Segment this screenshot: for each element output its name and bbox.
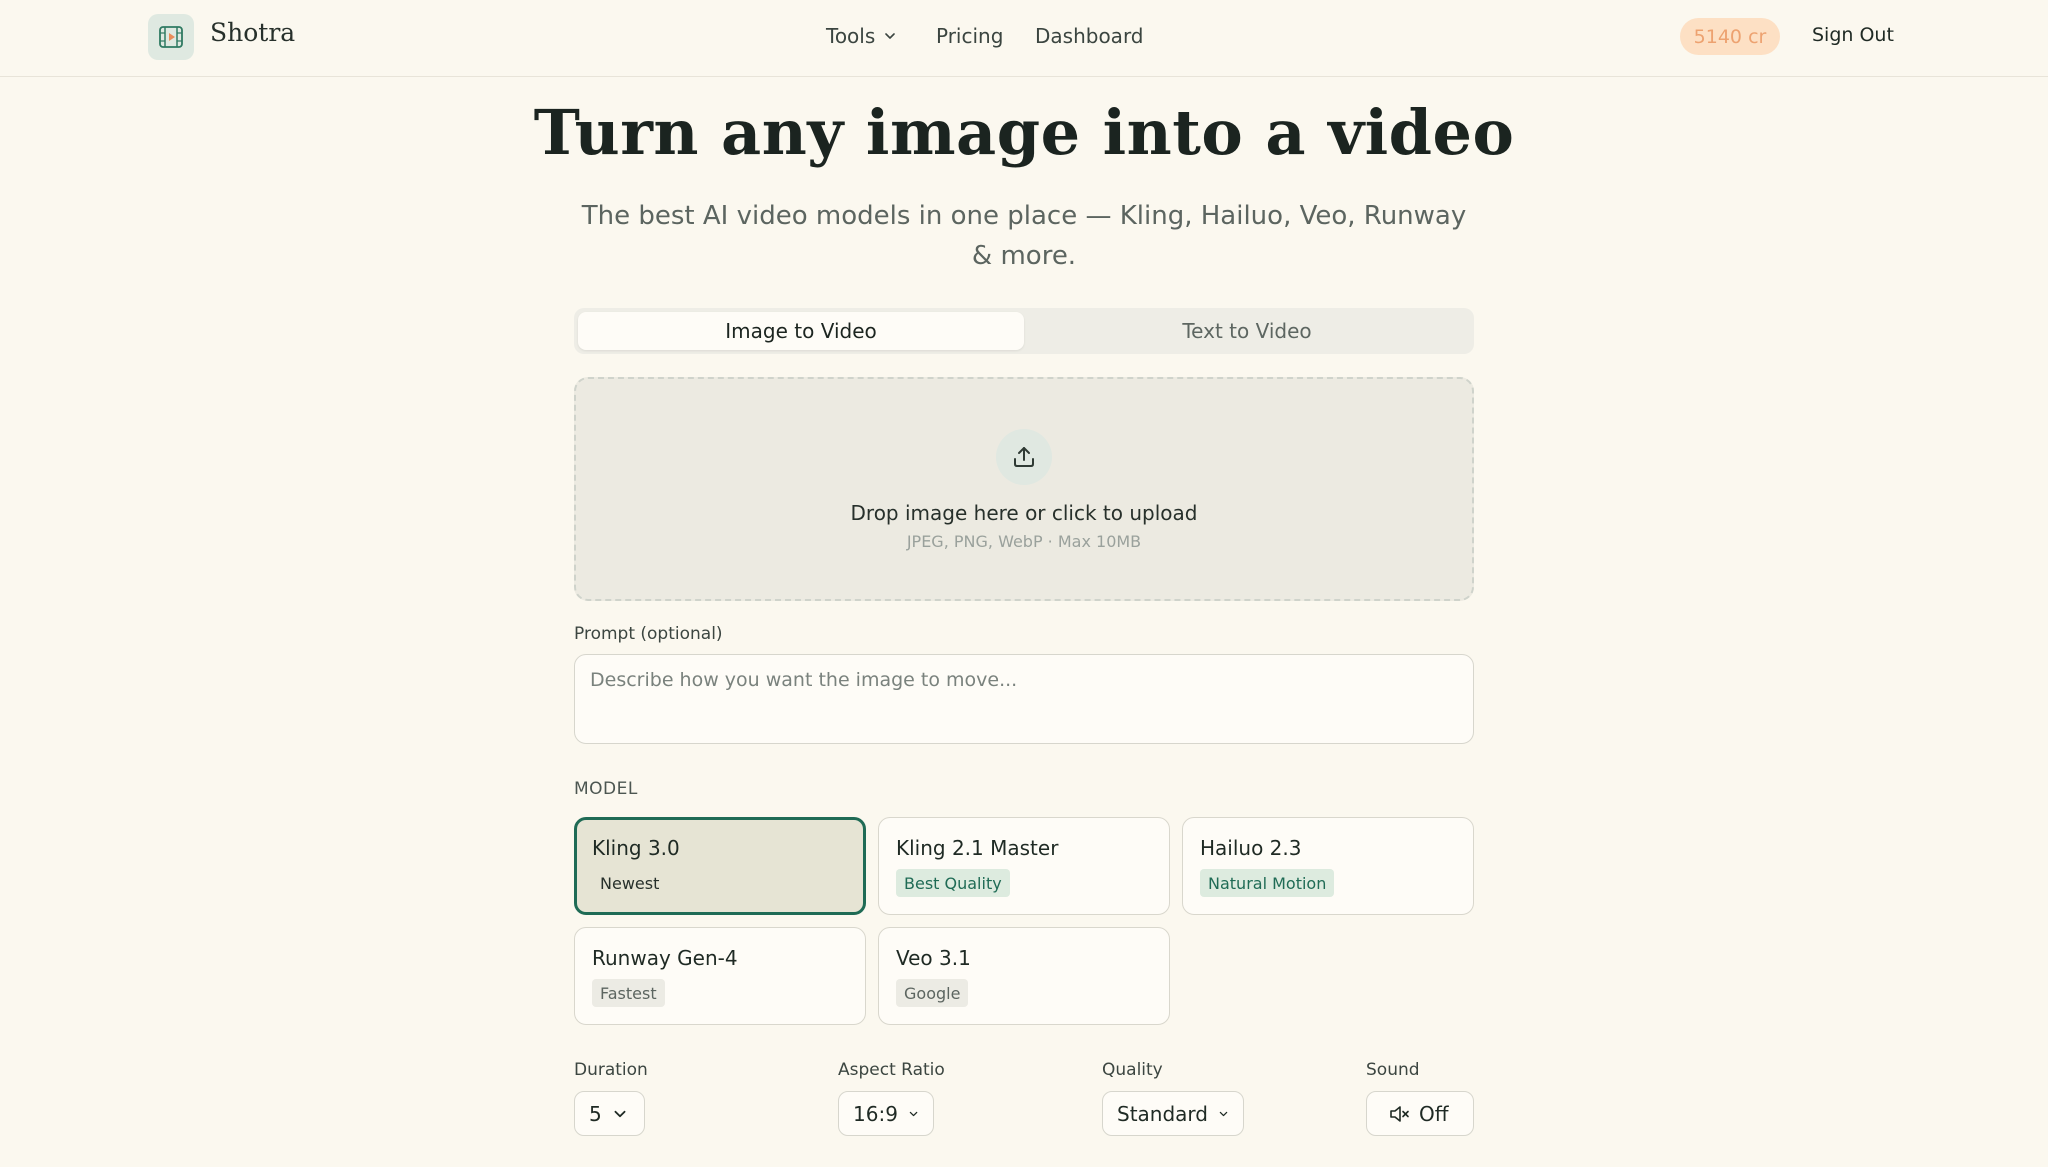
model-card-hailuo-2-3[interactable]: Hailuo 2.3 Natural Motion [1182,817,1474,915]
model-name: Hailuo 2.3 [1200,836,1302,860]
image-upload-dropzone[interactable]: Drop image here or click to upload JPEG,… [574,377,1474,601]
chevron-down-icon [909,1111,918,1116]
quality-label: Quality [1102,1060,1163,1080]
sound-label: Sound [1366,1060,1420,1080]
top-nav-bar: Shotra Tools Pricing Dashboard 5140 cr S… [0,0,2048,77]
model-name: Veo 3.1 [896,946,971,970]
duration-value: 5 [589,1101,602,1126]
model-card-runway-gen-4[interactable]: Runway Gen-4 Fastest [574,927,866,1025]
tab-image-to-video[interactable]: Image to Video [578,312,1024,350]
model-name: Runway Gen-4 [592,946,738,970]
aspect-ratio-label: Aspect Ratio [838,1060,945,1080]
nav-pricing-label: Pricing [936,24,1004,48]
mode-tabs: Image to Video Text to Video [574,308,1474,354]
quality-select[interactable]: Standard [1102,1091,1244,1136]
brand-name[interactable]: Shotra [210,18,295,47]
model-badge: Google [896,979,969,1007]
model-name: Kling 2.1 Master [896,836,1059,860]
page-subtitle: The best AI video models in one place — … [581,201,1467,271]
upload-title: Drop image here or click to upload [850,501,1198,525]
aspect-ratio-value: 16:9 [853,1101,898,1126]
nav-dashboard-label: Dashboard [1035,24,1144,48]
model-badge: Fastest [592,979,665,1007]
chevron-down-icon [1219,1111,1228,1116]
upload-hint: JPEG, PNG, WebP · Max 10MB [906,532,1142,551]
model-card-kling-2-1-master[interactable]: Kling 2.1 Master Best Quality [878,817,1170,915]
logo-icon[interactable] [148,14,194,60]
nav-tools-label: Tools [826,24,876,48]
chevron-down-icon [885,33,896,39]
duration-label: Duration [574,1060,648,1080]
nav-tools[interactable]: Tools [826,24,897,48]
prompt-input[interactable] [574,654,1474,744]
page-title: Turn any image into a video [533,96,1515,169]
tab-text-to-video[interactable]: Text to Video [1024,312,1470,350]
nav-pricing[interactable]: Pricing [936,24,1003,48]
volume-mute-icon [1390,1105,1409,1122]
credits-badge[interactable]: 5140 cr [1680,18,1780,55]
duration-select[interactable]: 5 [574,1091,645,1136]
prompt-label: Prompt (optional) [574,624,723,644]
model-card-kling-3-0[interactable]: Kling 3.0 Newest [574,817,866,915]
aspect-ratio-select[interactable]: 16:9 [838,1091,934,1136]
nav-dashboard[interactable]: Dashboard [1035,24,1144,48]
chevron-down-icon [614,1110,626,1117]
model-section-label: MODEL [574,779,638,799]
upload-icon [996,429,1052,485]
model-badge: Best Quality [896,869,1010,897]
quality-value: Standard [1117,1101,1208,1126]
sound-toggle[interactable]: Off [1366,1091,1474,1136]
model-badge: Natural Motion [1200,869,1335,897]
model-badge: Newest [600,873,660,893]
model-card-veo-3-1[interactable]: Veo 3.1 Google [878,927,1170,1025]
model-name: Kling 3.0 [592,836,680,860]
sound-value: Off [1419,1101,1449,1126]
sign-out-button[interactable]: Sign Out [1812,24,1894,46]
